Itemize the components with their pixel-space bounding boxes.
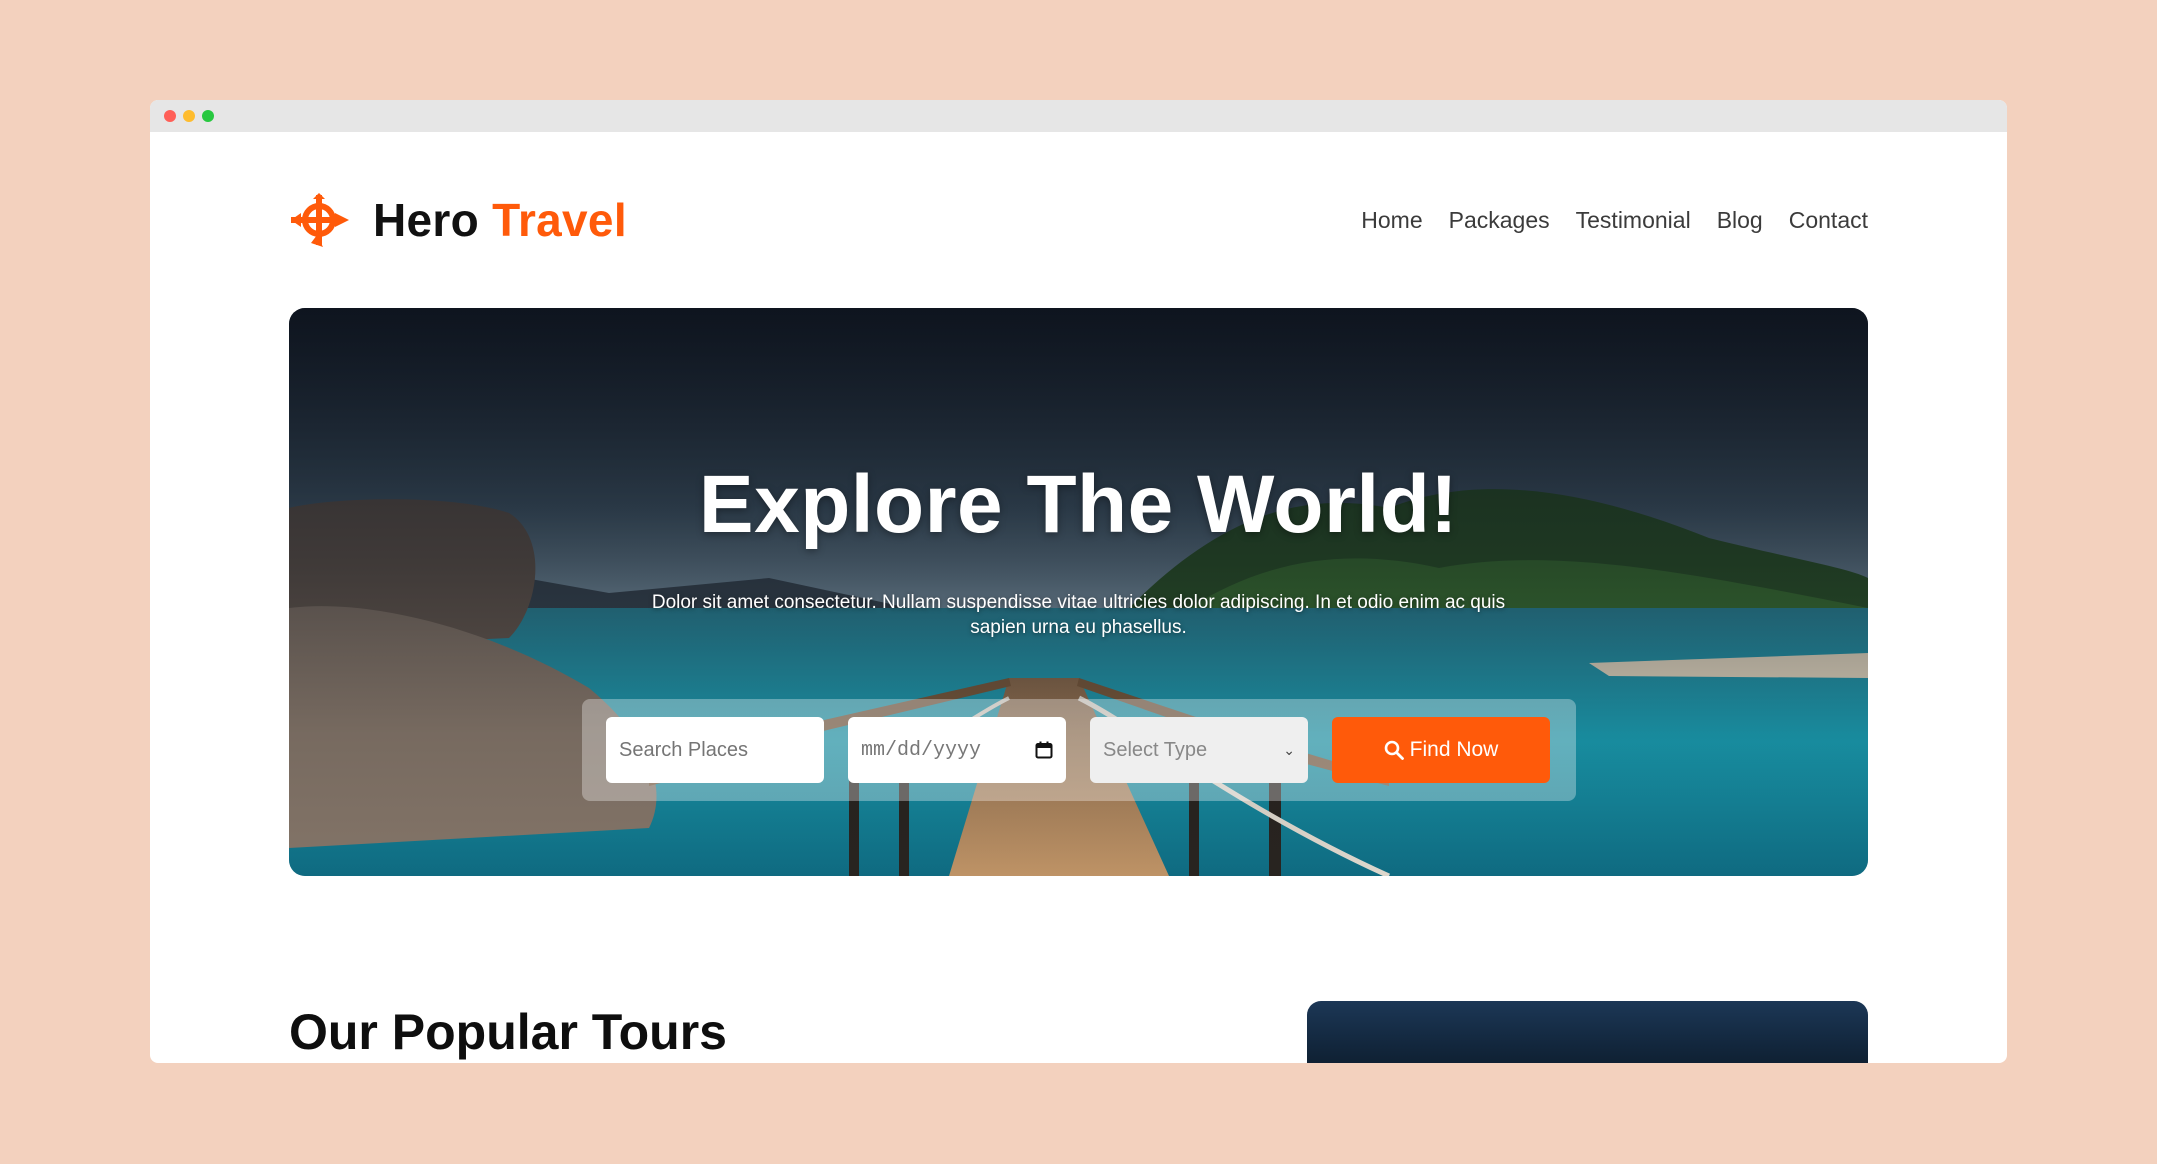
nav-item-home[interactable]: Home xyxy=(1361,207,1422,234)
nav-item-contact[interactable]: Contact xyxy=(1789,207,1868,234)
main-nav: Home Packages Testimonial Blog Contact xyxy=(1361,207,1868,234)
site-header: Hero Travel Home Packages Testimonial Bl… xyxy=(289,190,1868,250)
hero-subtitle: Dolor sit amet consectetur. Nullam suspe… xyxy=(651,592,1506,638)
popular-tours-title: Our Popular Tours xyxy=(289,1004,727,1060)
type-select-value: Select Type xyxy=(1103,738,1208,761)
date-input[interactable]: mm/dd/yyyy xyxy=(848,717,1066,783)
brand-name-part2: Travel xyxy=(492,194,627,246)
date-placeholder: mm/dd/yyyy xyxy=(861,738,982,762)
hero-content: Explore The World! Dolor sit amet consec… xyxy=(289,308,1868,876)
nav-item-blog[interactable]: Blog xyxy=(1717,207,1763,234)
nav-item-packages[interactable]: Packages xyxy=(1449,207,1550,234)
compass-plane-logo-icon xyxy=(291,193,349,247)
search-places-input[interactable] xyxy=(606,717,824,783)
brand-name-part1: Hero xyxy=(373,194,480,246)
brand-name: Hero Travel xyxy=(373,193,627,247)
browser-window: Hero Travel Home Packages Testimonial Bl… xyxy=(150,100,2007,1063)
brand-logo-link[interactable]: Hero Travel xyxy=(289,193,627,247)
find-now-button[interactable]: Find Now xyxy=(1332,717,1550,783)
calendar-icon[interactable] xyxy=(1035,741,1053,759)
find-now-label: Find Now xyxy=(1409,738,1499,761)
hero-banner: Explore The World! Dolor sit amet consec… xyxy=(289,308,1868,876)
close-window-button[interactable] xyxy=(164,110,176,122)
maximize-window-button[interactable] xyxy=(202,110,214,122)
chevron-down-icon: ⌄ xyxy=(1283,741,1295,758)
search-form: mm/dd/yyyy Select Type ⌄ xyxy=(582,699,1576,801)
minimize-window-button[interactable] xyxy=(183,110,195,122)
tour-card-image[interactable] xyxy=(1307,1001,1868,1063)
search-icon xyxy=(1384,740,1404,760)
type-select[interactable]: Select Type ⌄ xyxy=(1090,717,1308,783)
nav-item-testimonial[interactable]: Testimonial xyxy=(1576,207,1691,234)
hero-title: Explore The World! xyxy=(698,459,1459,550)
window-titlebar xyxy=(150,100,2007,132)
